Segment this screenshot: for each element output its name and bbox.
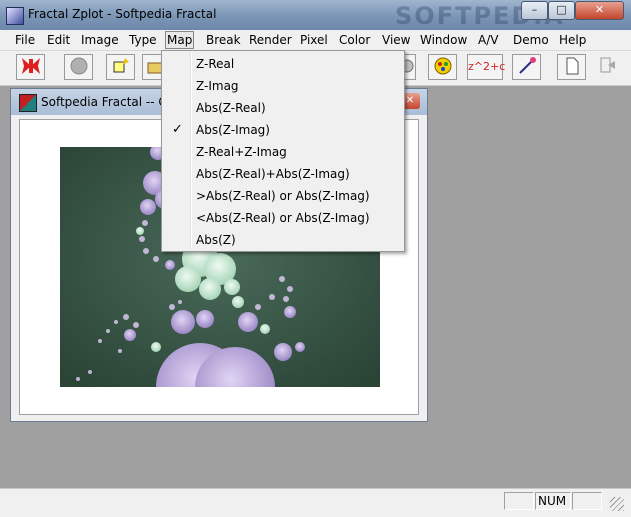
open-tool-button[interactable] — [142, 54, 162, 80]
map-item-z-real[interactable]: Z-Real — [164, 53, 402, 75]
fractal-icon-button[interactable] — [16, 54, 45, 80]
menu-pixel[interactable]: Pixel — [299, 32, 329, 48]
exit-icon — [600, 57, 615, 73]
select-icon — [113, 58, 129, 73]
menu-help[interactable]: Help — [558, 32, 587, 48]
map-item-greater-abs[interactable]: >Abs(Z-Real) or Abs(Z-Imag) — [164, 185, 402, 207]
maximize-button[interactable]: □ — [548, 1, 575, 20]
checkmark-icon: ✓ — [172, 122, 183, 137]
map-item-abs-z-real[interactable]: Abs(Z-Real) — [164, 97, 402, 119]
menu-image[interactable]: Image — [80, 32, 120, 48]
menu-type[interactable]: Type — [128, 32, 158, 48]
close-button[interactable]: ✕ — [575, 1, 624, 20]
menu-bar: File Edit Image Type Map Break Render Pi… — [0, 30, 631, 51]
resize-grip[interactable] — [610, 497, 624, 511]
map-item-z-imag[interactable]: Z-Imag — [164, 75, 402, 97]
document-title: Softpedia Fractal -- C:\ — [41, 95, 175, 109]
formula-button[interactable]: z^2+c — [467, 54, 505, 80]
map-item-z-real-plus-z-imag[interactable]: Z-Real+Z-Imag — [164, 141, 402, 163]
menu-break[interactable]: Break — [205, 32, 242, 48]
minimize-button[interactable]: – — [521, 1, 548, 20]
menu-item-label: Abs(Z-Real)+Abs(Z-Imag) — [196, 167, 350, 181]
menu-item-label: Abs(Z-Imag) — [196, 123, 270, 137]
menu-render[interactable]: Render — [248, 32, 293, 48]
exit-button[interactable] — [592, 54, 621, 80]
folder-icon — [147, 62, 162, 74]
menu-item-label: <Abs(Z-Real) or Abs(Z-Imag) — [196, 211, 370, 225]
map-item-abs-sum[interactable]: Abs(Z-Real)+Abs(Z-Imag) — [164, 163, 402, 185]
status-panel-blank-2 — [572, 492, 602, 510]
title-bar: Fractal Zplot - Softpedia Fractal SOFTPE… — [0, 0, 631, 30]
menu-item-label: >Abs(Z-Real) or Abs(Z-Imag) — [196, 189, 370, 203]
palette-icon — [434, 57, 451, 75]
menu-demo[interactable]: Demo — [512, 32, 550, 48]
status-bar: NUM — [0, 488, 631, 517]
wand-icon — [518, 57, 536, 74]
menu-av[interactable]: A/V — [477, 32, 499, 48]
menu-item-label: Z-Real — [196, 57, 235, 71]
map-dropdown-menu: Z-Real Z-Imag Abs(Z-Real) ✓ Abs(Z-Imag) … — [161, 50, 405, 252]
menu-item-label: Abs(Z-Real) — [196, 101, 266, 115]
num-lock-indicator: NUM — [535, 492, 571, 510]
menu-item-label: Z-Real+Z-Imag — [196, 145, 287, 159]
menu-map[interactable]: Map — [165, 31, 195, 49]
new-document-icon — [566, 57, 578, 75]
palette-tool-button[interactable] — [428, 54, 457, 80]
menu-view[interactable]: View — [381, 32, 411, 48]
document-icon[interactable] — [19, 94, 37, 112]
circle-icon — [70, 57, 87, 75]
menu-window[interactable]: Window — [419, 32, 468, 48]
wand-tool-button[interactable] — [512, 54, 541, 80]
menu-edit[interactable]: Edit — [46, 32, 71, 48]
menu-item-label: Z-Imag — [196, 79, 239, 93]
map-item-abs-z[interactable]: Abs(Z) — [164, 229, 402, 251]
circle-tool-button[interactable] — [64, 54, 93, 80]
select-tool-button[interactable] — [106, 54, 135, 80]
menu-color[interactable]: Color — [338, 32, 371, 48]
menu-file[interactable]: File — [14, 32, 36, 48]
status-panel-blank — [504, 492, 534, 510]
map-item-abs-z-imag[interactable]: ✓ Abs(Z-Imag) — [164, 119, 402, 141]
window-title: Fractal Zplot - Softpedia Fractal — [28, 7, 217, 21]
fractal-icon — [21, 58, 40, 74]
menu-item-label: Abs(Z) — [196, 233, 236, 247]
app-icon[interactable] — [6, 7, 24, 25]
new-document-button[interactable] — [557, 54, 586, 80]
map-item-less-abs[interactable]: <Abs(Z-Real) or Abs(Z-Imag) — [164, 207, 402, 229]
